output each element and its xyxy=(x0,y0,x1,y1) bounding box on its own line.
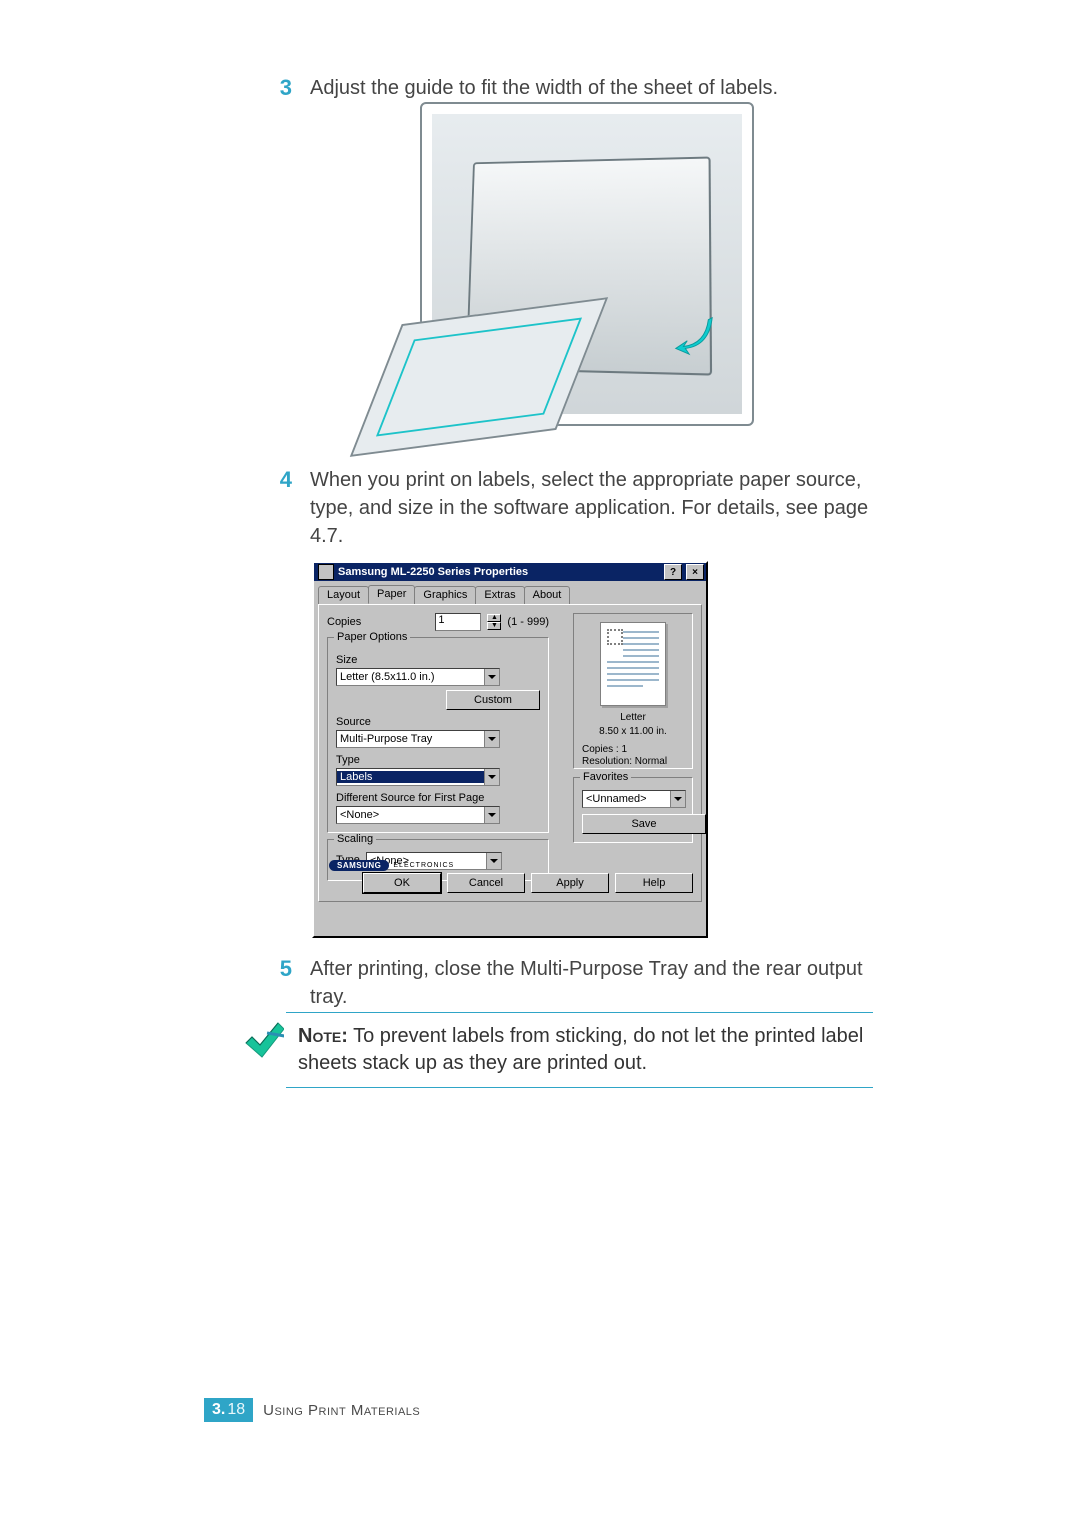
spin-up-icon[interactable]: ▲ xyxy=(487,614,501,622)
ok-button[interactable]: OK xyxy=(363,873,441,893)
tab-about[interactable]: About xyxy=(524,586,571,605)
tabstrip: Layout Paper Graphics Extras About xyxy=(314,581,706,604)
source-label: Source xyxy=(336,716,540,728)
cancel-button[interactable]: Cancel xyxy=(447,873,525,893)
favorites-legend: Favorites xyxy=(580,771,631,783)
dialog-title: Samsung ML-2250 Series Properties xyxy=(338,566,660,578)
step-3-text: Adjust the guide to fit the width of the… xyxy=(310,74,778,102)
chevron-down-icon xyxy=(484,731,499,747)
brand-logo: SAMSUNG ELECTRONICS xyxy=(329,860,454,871)
preview-paper-name: Letter xyxy=(582,712,684,724)
chevron-down-icon xyxy=(484,769,499,785)
step-5: 5 After printing, close the Multi-Purpos… xyxy=(278,955,873,1011)
titlebar-close-button[interactable]: × xyxy=(686,564,704,580)
printer-illustration xyxy=(420,102,754,426)
page-number: 18 xyxy=(227,1401,245,1419)
size-label: Size xyxy=(336,654,540,666)
step-4: 4 When you print on labels, select the a… xyxy=(278,466,873,550)
favorites-group: Favorites <Unnamed> Save xyxy=(573,777,693,843)
watermark-s-icon xyxy=(607,629,623,645)
chevron-down-icon xyxy=(670,791,685,807)
chevron-down-icon xyxy=(484,807,499,823)
tab-paper[interactable]: Paper xyxy=(368,585,415,604)
page-number-badge: 3.18 xyxy=(204,1398,253,1422)
printer-tray-shape xyxy=(350,297,608,457)
guide-arrow-icon xyxy=(670,312,716,358)
custom-size-button[interactable]: Custom xyxy=(446,690,540,710)
tab-extras[interactable]: Extras xyxy=(475,586,524,605)
brand-name: SAMSUNG xyxy=(329,860,389,871)
copies-label: Copies xyxy=(327,616,361,628)
note-block: Note: To prevent labels from sticking, d… xyxy=(244,1012,873,1088)
note-body-text: To prevent labels from sticking, do not … xyxy=(298,1025,863,1074)
size-combo-value: Letter (8.5x11.0 in.) xyxy=(337,671,484,683)
note-checkmark-icon xyxy=(244,1019,284,1059)
size-combo[interactable]: Letter (8.5x11.0 in.) xyxy=(336,668,500,686)
source-combo[interactable]: Multi-Purpose Tray xyxy=(336,730,500,748)
spin-down-icon[interactable]: ▼ xyxy=(487,622,501,630)
step-3-number: 3 xyxy=(278,74,292,102)
apply-button[interactable]: Apply xyxy=(531,873,609,893)
step-5-number: 5 xyxy=(278,955,292,983)
paper-preview-box: Letter 8.50 x 11.00 in. Copies : 1 Resol… xyxy=(573,613,693,769)
favorites-combo-value: <Unnamed> xyxy=(583,793,670,805)
page-footer: 3.18 Using Print Materials xyxy=(204,1398,420,1422)
diff-source-combo[interactable]: <None> xyxy=(336,806,500,824)
diff-source-label: Different Source for First Page xyxy=(336,792,540,804)
note-label: Note: xyxy=(298,1025,348,1047)
scaling-legend: Scaling xyxy=(334,833,376,845)
step-4-text: When you print on labels, select the app… xyxy=(310,466,873,550)
paper-options-legend: Paper Options xyxy=(334,631,410,643)
source-combo-value: Multi-Purpose Tray xyxy=(337,733,484,745)
titlebar-help-button[interactable]: ? xyxy=(664,564,682,580)
type-combo[interactable]: Labels xyxy=(336,768,500,786)
type-combo-value: Labels xyxy=(337,771,484,783)
step-5-text: After printing, close the Multi-Purpose … xyxy=(310,955,873,1011)
tab-layout[interactable]: Layout xyxy=(318,586,369,605)
printer-properties-dialog: Samsung ML-2250 Series Properties ? × La… xyxy=(312,561,708,938)
paper-preview-icon xyxy=(600,622,666,706)
step-4-number: 4 xyxy=(278,466,292,494)
app-icon xyxy=(318,564,334,580)
diff-source-combo-value: <None> xyxy=(337,809,484,821)
chapter-number: 3. xyxy=(212,1401,225,1419)
chevron-down-icon xyxy=(486,853,501,869)
preview-paper-dim: 8.50 x 11.00 in. xyxy=(582,726,684,738)
copies-input[interactable]: 1 xyxy=(435,613,481,631)
paper-options-group: Paper Options Size Letter (8.5x11.0 in.)… xyxy=(327,637,549,833)
step-3: 3 Adjust the guide to fit the width of t… xyxy=(278,74,873,102)
dialog-titlebar: Samsung ML-2250 Series Properties ? × xyxy=(314,563,706,581)
brand-sub: ELECTRONICS xyxy=(393,862,454,869)
preview-copies-line: Copies : 1 xyxy=(582,744,684,756)
type-label: Type xyxy=(336,754,540,766)
tab-panel-paper: Copies 1 ▲ ▼ (1 - 999) Paper Options Siz… xyxy=(318,604,702,902)
chevron-down-icon xyxy=(484,669,499,685)
preview-resolution-line: Resolution: Normal xyxy=(582,756,684,768)
note-text: Note: To prevent labels from sticking, d… xyxy=(298,1023,873,1077)
favorites-save-button[interactable]: Save xyxy=(582,814,706,834)
tab-graphics[interactable]: Graphics xyxy=(414,586,476,605)
section-title: Using Print Materials xyxy=(263,1402,420,1419)
favorites-combo[interactable]: <Unnamed> xyxy=(582,790,686,808)
help-button[interactable]: Help xyxy=(615,873,693,893)
copies-spinner[interactable]: ▲ ▼ xyxy=(487,614,501,630)
copies-range: (1 - 999) xyxy=(507,616,549,628)
